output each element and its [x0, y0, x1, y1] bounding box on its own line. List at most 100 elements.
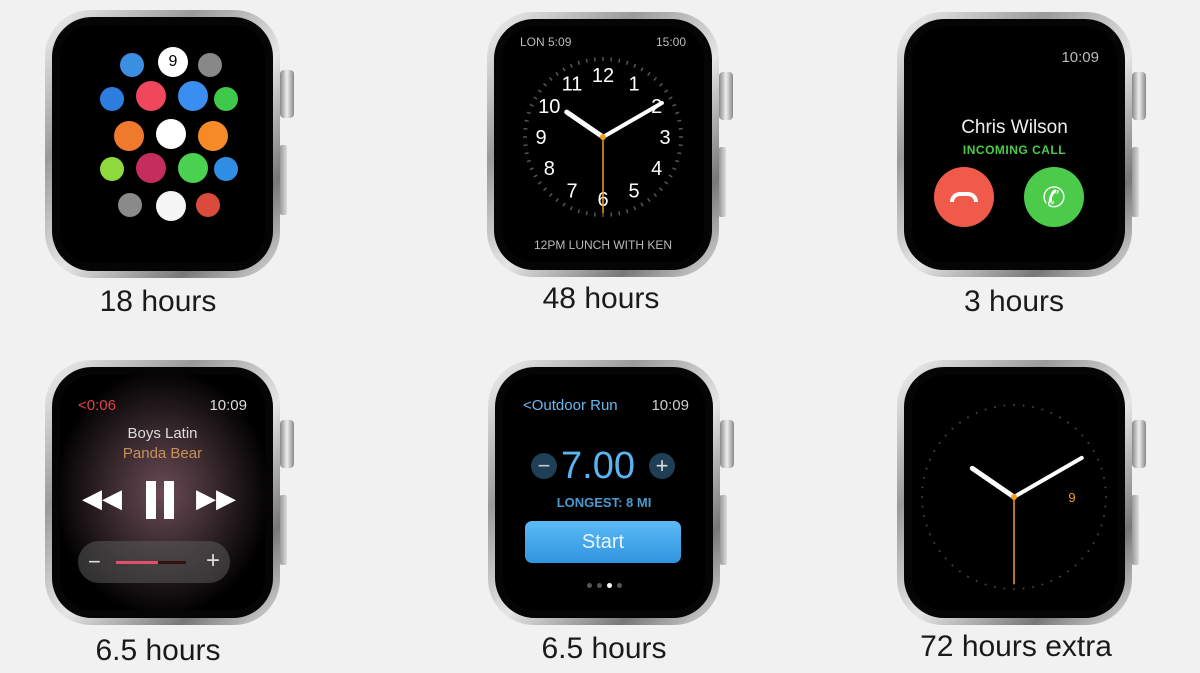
decline-call-button[interactable]: [934, 167, 994, 227]
minute-tick: [543, 187, 548, 192]
maps-app-icon[interactable]: [114, 121, 144, 151]
volume-up-button[interactable]: +: [206, 547, 220, 575]
digital-crown: [280, 70, 294, 118]
digital-crown: [1132, 72, 1146, 120]
minute-dot: [1081, 557, 1084, 560]
minute-tick: [664, 89, 669, 93]
start-button[interactable]: Start: [525, 521, 681, 563]
minute-dot: [1022, 404, 1025, 407]
minute-dot: [1102, 515, 1105, 518]
hour-numeral: 5: [628, 181, 639, 203]
minute-dot: [944, 434, 947, 437]
minute-tick: [585, 211, 588, 216]
caller-name: Chris Wilson: [961, 117, 1068, 138]
minute-tick: [577, 60, 581, 65]
minute-tick: [658, 82, 663, 87]
minute-dot: [1050, 580, 1053, 583]
world-clock: LON 5:09: [520, 35, 572, 49]
minute-dot: [975, 411, 978, 414]
page-dot[interactable]: [606, 583, 612, 588]
page-dot[interactable]: [616, 583, 622, 588]
minute-dot: [1032, 585, 1035, 588]
time: 10:09: [651, 397, 689, 414]
minute-tick: [526, 111, 531, 115]
fast-forward-button[interactable]: ▶▶: [196, 483, 236, 514]
music-app-icon[interactable]: [136, 81, 166, 111]
minute-dot: [933, 542, 936, 544]
analog-clock-face: 121234567891011: [523, 57, 683, 217]
minute-tick: [668, 174, 673, 178]
pause-icon: [146, 481, 156, 519]
photos-small-app-icon[interactable]: [198, 53, 222, 77]
messages-app-icon[interactable]: [178, 153, 208, 183]
minute-tick: [640, 202, 644, 207]
minute-dot: [1041, 583, 1044, 586]
minute-tick: [548, 192, 553, 197]
workout-app-icon[interactable]: [100, 157, 124, 181]
minute-tick: [633, 63, 637, 68]
volume-down-button[interactable]: −: [88, 549, 101, 575]
rewind-button[interactable]: ◀◀: [82, 483, 122, 514]
minute-dot: [1087, 550, 1090, 553]
minute-dot: [921, 505, 924, 508]
photos-app-icon[interactable]: [156, 191, 186, 221]
timer-app-icon[interactable]: [198, 121, 228, 151]
page-dot[interactable]: [596, 583, 602, 588]
call-status: INCOMING CALL: [962, 143, 1067, 157]
call-screen: 10:09 Chris Wilson INCOMING CALL ✆: [912, 27, 1117, 262]
minute-dot: [928, 458, 931, 461]
time: 10:09: [209, 397, 247, 414]
minute-tick: [677, 119, 682, 122]
activity-app-icon[interactable]: [136, 153, 166, 183]
calendar-app-icon[interactable]: 9: [158, 47, 188, 77]
hour-numeral: 1: [628, 73, 639, 95]
remote-app-icon[interactable]: [214, 157, 238, 181]
accept-call-button[interactable]: ✆: [1024, 167, 1084, 227]
back-elapsed[interactable]: <0:06: [78, 397, 116, 414]
minute-tick: [640, 67, 644, 72]
clock-app-icon[interactable]: [156, 119, 186, 149]
minute-dot: [1102, 476, 1105, 479]
minute-dot: [928, 533, 931, 536]
phone-app-icon[interactable]: [214, 87, 238, 111]
mail-app-icon[interactable]: [178, 81, 208, 111]
minute-tick: [675, 159, 680, 163]
increase-button[interactable]: +: [649, 453, 675, 479]
minute-dot: [1059, 575, 1061, 578]
battery-label-5: 6.5 hours: [541, 632, 667, 665]
hour-numeral: 4: [651, 158, 662, 180]
settings-app-icon[interactable]: [118, 193, 142, 217]
minute-tick: [529, 167, 534, 171]
hour-hand: [969, 465, 1017, 500]
minute-tick: [653, 77, 658, 82]
longest-record: LONGEST: 8 MI: [556, 495, 652, 510]
clock-screen: LON 5:09 15:00 121234567891011 12PM LUNC…: [502, 27, 704, 262]
passbook-app-icon[interactable]: [196, 193, 220, 217]
minute-tick: [526, 159, 531, 163]
app-store-app-icon[interactable]: [100, 87, 124, 111]
page-dot[interactable]: [586, 583, 592, 588]
minute-dot: [1059, 416, 1061, 419]
volume-track[interactable]: [116, 561, 186, 564]
minute-tick: [562, 67, 566, 72]
song-artist: Panda Bear: [122, 445, 203, 462]
minute-dot: [958, 570, 961, 573]
watch-app-grid: 9: [45, 10, 294, 278]
minute-dot: [1104, 505, 1107, 508]
minute-dot: [938, 441, 941, 444]
volume-fill: [116, 561, 158, 564]
weather-app-icon[interactable]: [120, 53, 144, 77]
minute-tick: [555, 198, 559, 203]
minute-dot: [984, 583, 987, 586]
minute-tick: [537, 89, 542, 93]
minute-tick: [677, 152, 682, 155]
pause-button[interactable]: [142, 481, 178, 521]
back-outdoor-run[interactable]: <Outdoor Run: [523, 397, 618, 414]
side-button: [1132, 495, 1139, 565]
app-grid-screen: 9: [60, 25, 265, 263]
minute-tick: [658, 187, 663, 192]
hand-pivot: [600, 134, 606, 140]
volume-control[interactable]: − +: [78, 541, 230, 583]
hour-numeral: 3: [659, 127, 670, 149]
decrease-button[interactable]: −: [531, 453, 557, 479]
